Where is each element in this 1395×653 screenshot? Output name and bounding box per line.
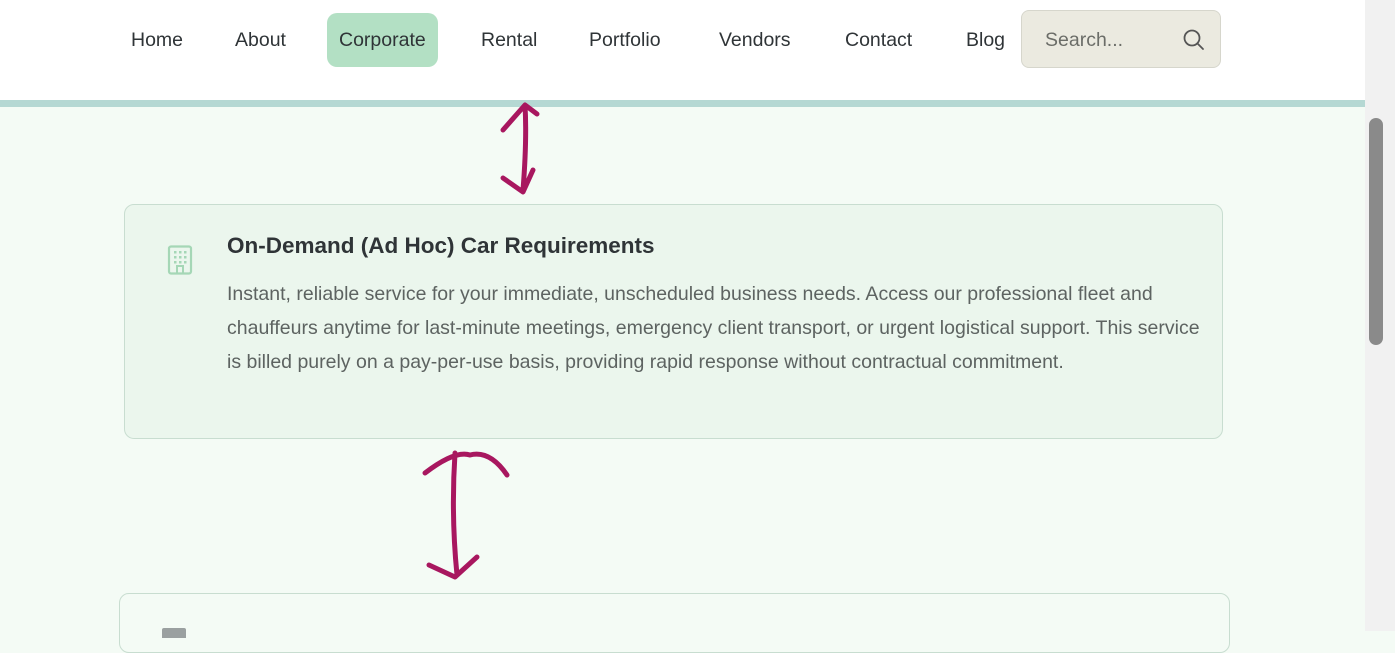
header-divider [0,100,1365,107]
nav-corporate[interactable]: Corporate [327,13,438,67]
search-input[interactable] [1022,11,1197,69]
card-description: Instant, reliable service for your immed… [227,283,1200,373]
search-icon[interactable] [1182,28,1206,52]
search-box [1021,10,1221,69]
card-title: On-Demand (Ad Hoc) Car Requirements [227,233,655,258]
card-icon [162,628,186,638]
scrollbar-thumb[interactable] [1369,118,1383,345]
nav-about[interactable]: About [223,13,298,67]
nav-contact[interactable]: Contact [833,13,924,67]
building-icon [167,245,193,275]
double-arrow-annotation-bottom [422,450,510,580]
nav-rental[interactable]: Rental [469,13,549,67]
nav-home[interactable]: Home [119,13,195,67]
nav-portfolio[interactable]: Portfolio [577,13,673,67]
nav-blog[interactable]: Blog [954,13,1017,67]
nav-vendors[interactable]: Vendors [707,13,803,67]
double-arrow-annotation-top [500,102,540,195]
service-card-next [119,593,1230,653]
site-header: Home About Corporate Rental Portfolio Ve… [0,0,1365,100]
service-card-ad-hoc: On-Demand (Ad Hoc) Car Requirements Inst… [124,204,1223,439]
